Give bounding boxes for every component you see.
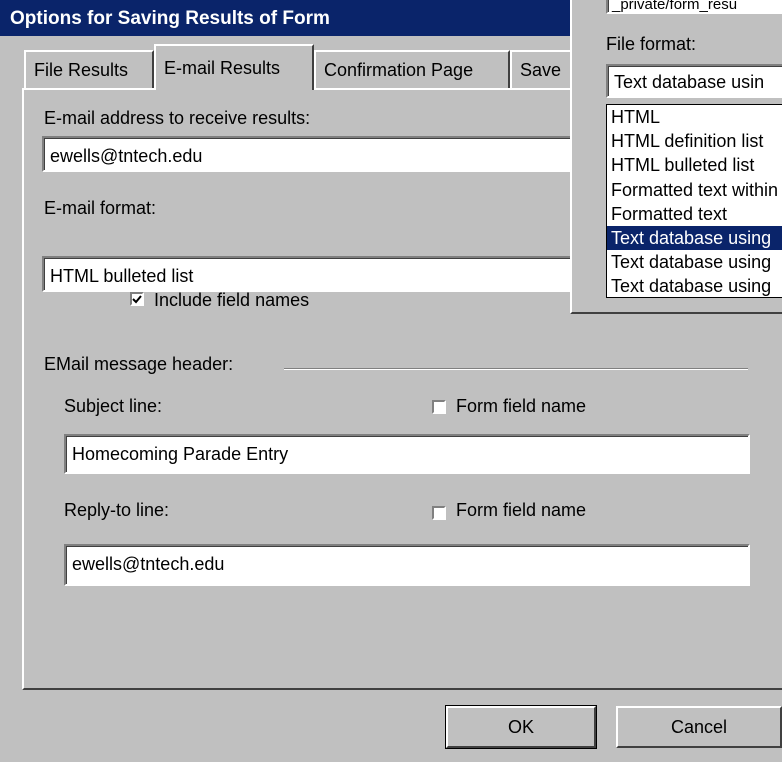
tab-label: File Results [34, 60, 129, 80]
list-item[interactable]: HTML [607, 105, 782, 129]
list-item-selected[interactable]: Text database using [607, 225, 782, 251]
file-format-select[interactable]: Text database usin [606, 64, 782, 98]
ok-button-label: OK [507, 717, 534, 737]
include-field-names-checkbox[interactable] [130, 292, 144, 306]
reply-to-form-field-label: Form field name [456, 500, 587, 520]
include-field-names-label: Include field names [154, 290, 310, 310]
list-item[interactable]: HTML bulleted list [607, 153, 782, 177]
cancel-button[interactable]: Cancel [616, 706, 782, 748]
cancel-button-label: Cancel [670, 717, 728, 737]
subject-line-label: Subject line: [64, 396, 163, 416]
file-format-list[interactable]: HTML HTML definition list HTML bulleted … [606, 104, 782, 298]
file-format-dialog: _private/form_resu File format: Text dat… [570, 0, 782, 314]
file-path-input[interactable]: _private/form_resu [606, 0, 782, 14]
list-item[interactable]: Text database using [607, 274, 782, 297]
email-format-label: E-mail format: [44, 198, 157, 218]
list-item[interactable]: Formatted text within [607, 178, 782, 202]
reply-to-line-input[interactable]: ewells@tntech.edu [64, 544, 750, 586]
file-format-label: File format: [606, 34, 697, 54]
subject-form-field-label: Form field name [456, 396, 587, 416]
reply-to-line-label: Reply-to line: [64, 500, 170, 520]
tab-email-results[interactable]: E-mail Results [154, 44, 314, 90]
checkmark-icon [132, 295, 142, 304]
list-item[interactable]: Text database using [607, 250, 782, 274]
window-title: Options for Saving Results of Form [10, 8, 330, 29]
group-divider [284, 368, 748, 370]
subject-line-input[interactable]: Homecoming Parade Entry [64, 434, 750, 474]
tab-label: Confirmation Page [324, 60, 474, 80]
subject-form-field-checkbox[interactable] [432, 400, 446, 414]
tab-confirmation-page[interactable]: Confirmation Page [314, 50, 510, 88]
tab-label: E-mail Results [164, 58, 281, 78]
tab-label: Save [520, 60, 562, 80]
list-item[interactable]: Formatted text [607, 202, 782, 226]
reply-to-form-field-checkbox[interactable] [432, 506, 446, 520]
email-address-label: E-mail address to receive results: [44, 108, 311, 128]
list-item[interactable]: HTML definition list [607, 129, 782, 153]
ok-button[interactable]: OK [445, 705, 597, 749]
tab-file-results[interactable]: File Results [24, 50, 154, 88]
email-header-group-label: EMail message header: [44, 354, 234, 374]
